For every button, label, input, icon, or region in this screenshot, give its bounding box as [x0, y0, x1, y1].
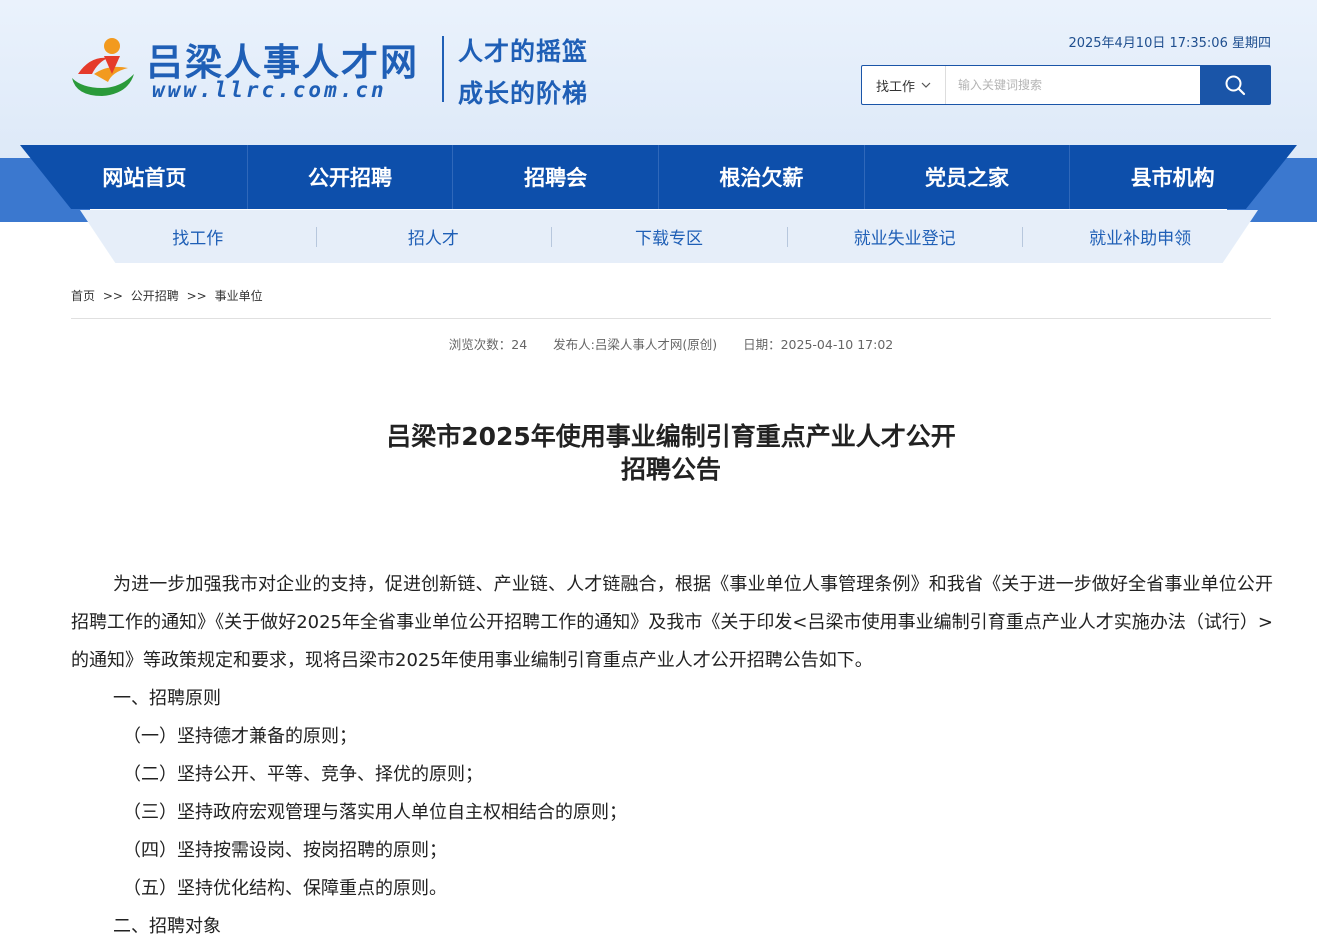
view-count: 浏览次数：24 — [448, 337, 528, 352]
breadcrumb: 首页 >> 公开招聘 >> 事业单位 — [71, 287, 263, 304]
section-heading-principles: 一、招聘原则 — [113, 688, 221, 709]
nav-item-home[interactable]: 网站首页 — [42, 145, 248, 209]
section-heading-target: 二、招聘对象 — [113, 916, 221, 937]
logo-divider — [442, 36, 444, 102]
publisher: 发布人:吕梁人事人才网(原创) — [553, 337, 718, 352]
principle-item: （五）坚持优化结构、保障重点的原则。 — [123, 878, 447, 899]
principle-item: （二）坚持公开、平等、竞争、择优的原则； — [123, 764, 483, 785]
search-input[interactable] — [946, 66, 1200, 104]
sub-nav-employment-subsidy[interactable]: 就业补助申领 — [1022, 224, 1258, 249]
sub-nav-find-job[interactable]: 找工作 — [80, 224, 316, 249]
search-button[interactable] — [1200, 66, 1270, 104]
article-title: 吕梁市2025年使用事业编制引育重点产业人才公开 招聘公告 — [346, 420, 996, 486]
search-bar: 找工作 — [861, 65, 1271, 105]
slogan-line1: 人才的摇篮 — [458, 37, 589, 66]
logo-url: www.llrc.com.cn — [152, 78, 387, 102]
nav-item-party-members[interactable]: 党员之家 — [865, 145, 1071, 209]
current-datetime: 2025年4月10日 17:35:06 星期四 — [1068, 36, 1271, 51]
nav-item-public-recruitment[interactable]: 公开招聘 — [248, 145, 454, 209]
article-title-line2: 招聘公告 — [620, 455, 721, 484]
sub-nav-recruit-talent[interactable]: 招人才 — [315, 224, 552, 249]
breadcrumb-home[interactable]: 首页 — [71, 289, 95, 303]
principle-item: （四）坚持按需设岗、按岗招聘的原则； — [123, 840, 447, 861]
slogan-line2: 成长的阶梯 — [458, 79, 589, 108]
publish-date: 日期：2025-04-10 17:02 — [743, 337, 894, 352]
sub-nav-employment-registration[interactable]: 就业失业登记 — [786, 224, 1023, 249]
breadcrumb-public-institution[interactable]: 事业单位 — [215, 289, 263, 303]
principle-item: （一）坚持德才兼备的原则； — [123, 726, 357, 747]
search-icon — [1225, 75, 1246, 96]
breadcrumb-separator: >> — [186, 289, 207, 303]
article-title-line1: 吕梁市2025年使用事业编制引育重点产业人才公开 — [386, 422, 956, 451]
sub-nav-downloads[interactable]: 下载专区 — [551, 224, 787, 249]
logo-mark-icon — [72, 38, 134, 96]
search-category-select[interactable]: 找工作 — [862, 66, 946, 104]
nav-item-job-fair[interactable]: 招聘会 — [453, 145, 660, 209]
nav-item-wage-arrears[interactable]: 根治欠薪 — [659, 145, 865, 209]
principle-item: （三）坚持政府宏观管理与落实用人单位自主权相结合的原则； — [123, 802, 627, 823]
breadcrumb-separator: >> — [102, 289, 123, 303]
search-category-label: 找工作 — [875, 79, 915, 95]
breadcrumb-public-recruitment[interactable]: 公开招聘 — [131, 289, 179, 303]
sub-nav: 找工作 招人才 下载专区 就业失业登记 就业补助申领 — [80, 210, 1258, 263]
site-header: 吕梁人事人才网 www.llrc.com.cn 人才的摇篮 成长的阶梯 2025… — [0, 0, 1317, 160]
article-body: 为进一步加强我市对企业的支持，促进创新链、产业链、人才链融合，根据《事业单位人事… — [71, 566, 1273, 941]
site-logo[interactable]: 吕梁人事人才网 www.llrc.com.cn — [68, 30, 428, 110]
article-meta: 浏览次数：24 发布人:吕梁人事人才网(原创) 日期：2025-04-10 17… — [0, 334, 1317, 353]
chevron-down-icon — [921, 82, 931, 88]
article-intro: 为进一步加强我市对企业的支持，促进创新链、产业链、人才链融合，根据《事业单位人事… — [71, 574, 1273, 671]
main-nav: 网站首页 公开招聘 招聘会 根治欠薪 党员之家 县市机构 — [20, 145, 1297, 209]
nav-item-county-agencies[interactable]: 县市机构 — [1070, 145, 1275, 209]
divider-line — [71, 318, 1271, 319]
